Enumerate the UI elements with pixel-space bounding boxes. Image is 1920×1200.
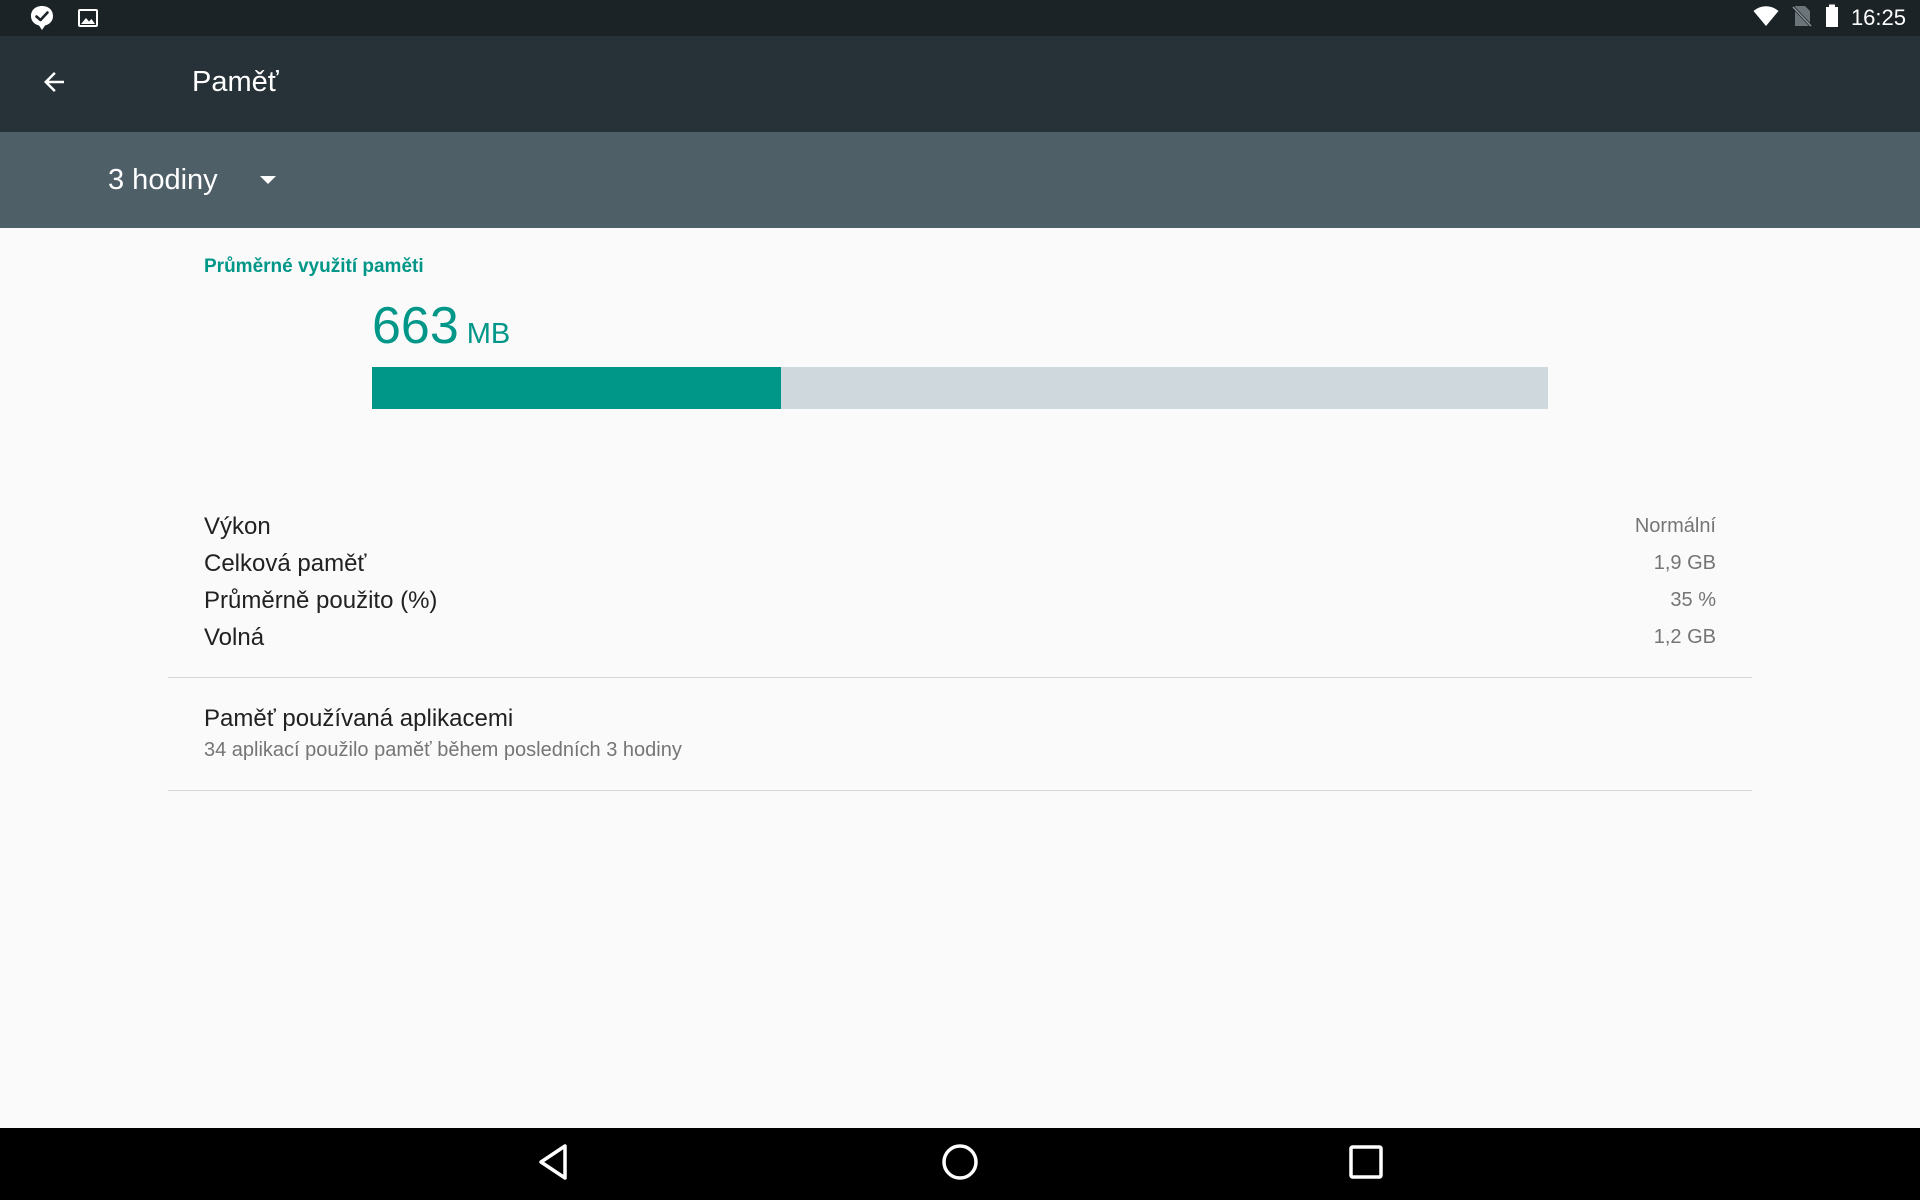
memory-stats: Výkon Normální Celková paměť 1,9 GB Prům… (204, 508, 1716, 656)
memory-value-number: 663 (372, 297, 459, 355)
stat-row-total-memory: Celková paměť 1,9 GB (204, 545, 1716, 582)
navigation-bar (0, 1128, 1920, 1200)
back-button[interactable] (26, 56, 82, 112)
image-icon (76, 6, 100, 35)
status-bar: 16:25 (0, 0, 1920, 36)
nav-recents-button[interactable] (1338, 1136, 1394, 1192)
stat-value: 1,9 GB (1653, 552, 1716, 574)
no-sim-icon (1791, 4, 1813, 33)
stat-label: Výkon (204, 512, 271, 540)
time-range-dropdown[interactable]: 3 hodiny (96, 154, 286, 206)
home-icon (940, 1142, 980, 1187)
status-bar-notifications (28, 4, 100, 37)
battery-icon (1825, 4, 1839, 33)
stat-value: 1,2 GB (1653, 626, 1716, 648)
dropdown-arrow-icon (259, 176, 276, 184)
page-title: Paměť (192, 66, 279, 98)
stat-value: 35 % (1670, 589, 1716, 611)
time-range-bar: 3 hodiny (0, 132, 1920, 228)
memory-value: 663 MB (372, 296, 510, 356)
apps-memory-subtitle: 34 aplikací použilo paměť během poslední… (204, 739, 682, 761)
back-icon (534, 1142, 574, 1187)
stat-value: Normální (1634, 515, 1716, 537)
wifi-icon (1753, 5, 1779, 32)
time-range-selected: 3 hodiny (108, 163, 218, 196)
memory-value-unit: MB (466, 318, 511, 350)
stat-row-performance: Výkon Normální (204, 508, 1716, 545)
stat-row-average-used: Průměrně použito (%) 35 % (204, 582, 1716, 619)
nav-home-button[interactable] (932, 1136, 988, 1192)
status-time: 16:25 (1850, 5, 1906, 30)
arrow-back-icon (39, 67, 69, 102)
apps-memory-title: Paměť používaná aplikacemi (204, 705, 514, 732)
notification-check-icon (28, 4, 56, 37)
divider (168, 790, 1752, 791)
stat-row-free: Volná 1,2 GB (204, 619, 1716, 656)
stat-label: Volná (204, 623, 265, 651)
memory-usage-bar-fill (372, 367, 782, 409)
memory-usage-bar (372, 367, 1548, 409)
stat-label: Průměrně použito (%) (204, 586, 438, 614)
apps-memory-item[interactable]: Paměť používaná aplikacemi 34 aplikací p… (168, 678, 1752, 790)
app-toolbar: Paměť (0, 36, 1920, 132)
screen: 16:25 Paměť 3 hodiny Průměrné využití pa… (0, 0, 1920, 1200)
recents-icon (1346, 1142, 1386, 1187)
section-label-average-memory: Průměrné využití paměti (204, 256, 424, 277)
stat-label: Celková paměť (204, 549, 367, 577)
status-bar-system: 16:25 (1753, 4, 1906, 32)
nav-back-button[interactable] (526, 1136, 582, 1192)
